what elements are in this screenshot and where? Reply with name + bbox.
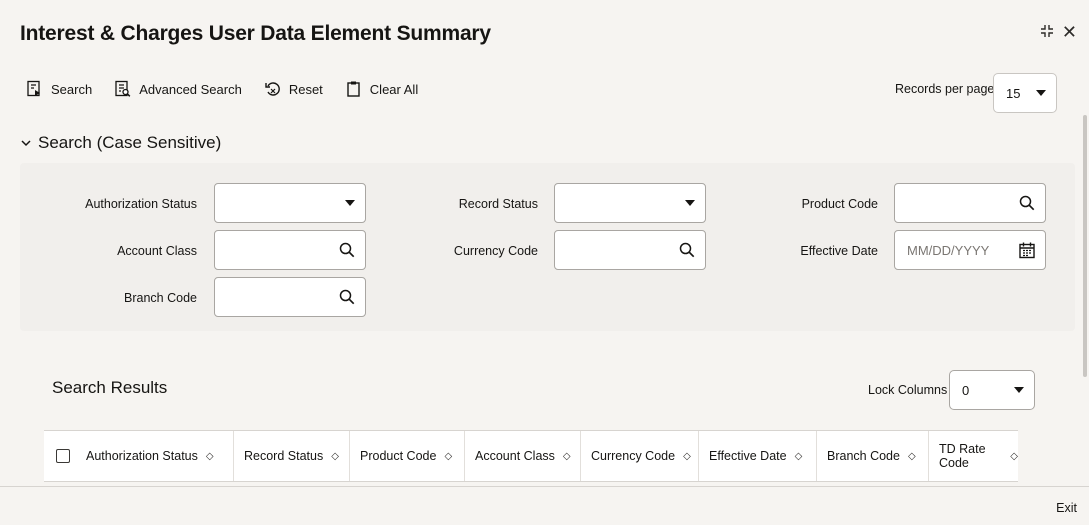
effective-date-field[interactable]: MM/DD/YYYY [894, 230, 1046, 270]
search-button[interactable]: Search [26, 80, 92, 98]
account-class-field[interactable] [214, 230, 366, 270]
chevron-down-icon [1014, 387, 1024, 393]
clear-all-label: Clear All [369, 81, 419, 97]
product-code-label: Product Code [801, 197, 878, 211]
effective-date-label: Effective Date [800, 244, 878, 258]
column-header-label: Effective Date [709, 449, 787, 463]
records-per-page-value: 15 [1006, 85, 1021, 101]
record-status-select[interactable] [554, 183, 706, 223]
scrollbar[interactable] [1083, 115, 1087, 377]
column-header-branch-code[interactable]: Branch Code ◇ [816, 431, 928, 481]
records-per-page-select[interactable]: 15 [993, 73, 1057, 113]
reset-label: Reset [288, 81, 323, 97]
reset-icon [265, 82, 280, 96]
calendar-icon[interactable] [1019, 242, 1035, 259]
authorization-status-label: Authorization Status [85, 197, 197, 211]
sort-icon: ◇ [907, 450, 916, 462]
advanced-search-button[interactable]: Advanced Search [114, 80, 242, 98]
chevron-down-icon [345, 200, 355, 206]
sort-icon: ◇ [562, 450, 571, 462]
reset-button[interactable]: Reset [264, 80, 323, 98]
column-header-label: Product Code [360, 449, 437, 463]
toolbar: Search Advanced Search Reset Clear All [26, 80, 418, 98]
sort-icon: ◇ [331, 450, 339, 462]
record-status-label: Record Status [458, 197, 538, 211]
effective-date-placeholder: MM/DD/YYYY [907, 242, 990, 258]
column-header-label: TD Rate Code [939, 442, 986, 470]
sort-icon: ◇ [1010, 450, 1018, 462]
clipboard-icon [347, 81, 360, 97]
column-header-product-code[interactable]: Product Code ◇ [349, 431, 464, 481]
column-header-label: Branch Code [827, 449, 900, 463]
chevron-down-icon [685, 200, 695, 206]
search-icon[interactable] [679, 242, 695, 258]
footer-bar: Exit [0, 486, 1089, 525]
records-per-page-label: Records per page [895, 82, 995, 96]
search-label: Search [51, 81, 93, 97]
results-table-header: Authorization Status ◇ Record Status ◇ Pro… [44, 430, 1018, 482]
sort-icon: ◇ [205, 450, 214, 462]
lock-columns-label: Lock Columns [868, 383, 948, 397]
clear-all-button[interactable]: Clear All [345, 80, 418, 98]
account-class-label: Account Class [117, 244, 197, 258]
search-section-title: Search (Case Sensitive) [38, 133, 222, 152]
sort-icon: ◇ [444, 450, 453, 462]
sort-icon: ◇ [683, 450, 691, 462]
currency-code-label: Currency Code [453, 244, 538, 258]
column-header-currency-code[interactable]: Currency Code ◇ [580, 431, 698, 481]
lock-columns-value: 0 [962, 382, 970, 398]
column-header-label: Currency Code [591, 449, 676, 463]
sort-icon: ◇ [794, 450, 803, 462]
currency-code-field[interactable] [554, 230, 706, 270]
search-icon[interactable] [339, 242, 355, 258]
column-header-record-status[interactable]: Record Status ◇ [233, 431, 349, 481]
search-section-toggle[interactable]: Search (Case Sensitive) [20, 133, 221, 153]
chevron-down-icon [1036, 90, 1046, 96]
search-icon[interactable] [339, 289, 355, 305]
close-icon[interactable]: ✕ [1062, 22, 1077, 43]
branch-code-label: Branch Code [124, 291, 197, 305]
search-results-title: Search Results [52, 378, 168, 397]
select-all-checkbox[interactable] [56, 449, 70, 463]
authorization-status-select[interactable] [214, 183, 366, 223]
advanced-search-label: Advanced Search [139, 81, 242, 97]
column-header-account-class[interactable]: Account Class ◇ [464, 431, 580, 481]
column-header-label: Account Class [475, 449, 555, 463]
exit-button[interactable]: Exit [1056, 501, 1077, 515]
page-title: Interest & Charges User Data Element Sum… [20, 22, 491, 45]
window-controls: ✕ [1040, 22, 1077, 43]
search-icon[interactable] [1019, 195, 1035, 211]
column-header-label: Authorization Status [86, 449, 198, 463]
column-header-td-rate-code[interactable]: TD Rate Code ◇ [928, 431, 1018, 481]
product-code-field[interactable] [894, 183, 1046, 223]
chevron-down-icon [21, 140, 31, 147]
column-header-label: Record Status [244, 449, 324, 463]
branch-code-field[interactable] [214, 277, 366, 317]
collapse-icon[interactable] [1040, 22, 1054, 43]
lock-columns-select[interactable]: 0 [949, 370, 1035, 410]
column-header-effective-date[interactable]: Effective Date ◇ [698, 431, 816, 481]
advanced-search-icon [115, 80, 131, 97]
column-header-authorization-status[interactable]: Authorization Status ◇ [76, 431, 233, 481]
search-doc-icon [27, 80, 40, 97]
